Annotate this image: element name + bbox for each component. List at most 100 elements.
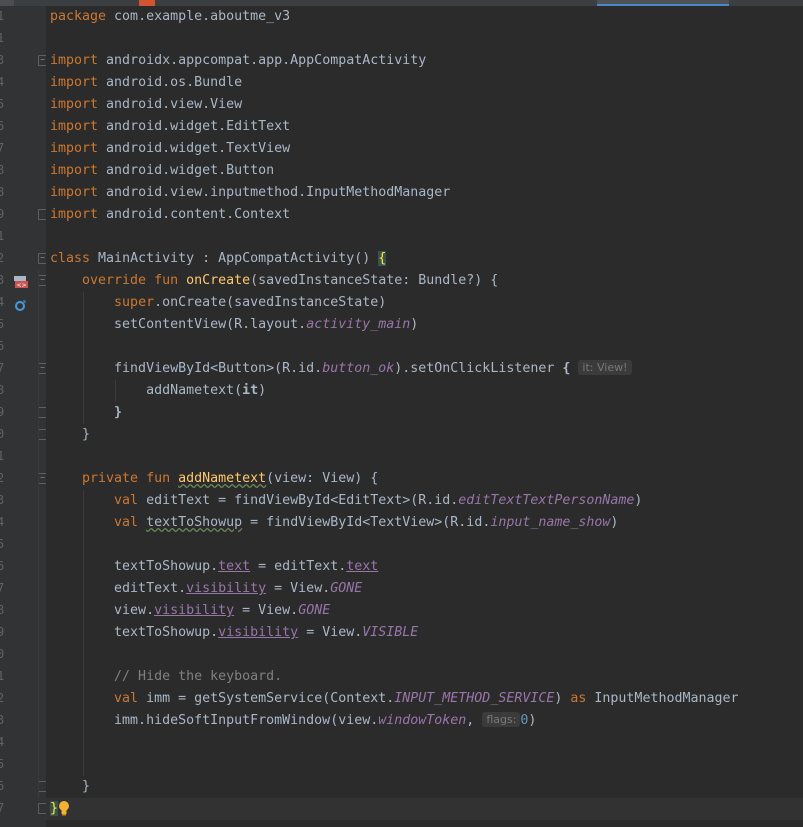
- gutter-row[interactable]: 7: [0, 798, 47, 820]
- code-line[interactable]: [46, 754, 803, 776]
- gutter-row[interactable]: 5: [0, 94, 46, 116]
- code-line[interactable]: imm.hideSoftInputFromWindow(view.windowT…: [46, 710, 803, 732]
- code-line[interactable]: import android.view.inputmethod.InputMet…: [46, 182, 803, 204]
- code-keyword: import: [50, 97, 107, 112]
- code-token: }: [50, 427, 91, 442]
- indent-guide: [83, 292, 84, 424]
- code-line[interactable]: setContentView(R.layout.activity_main): [46, 314, 803, 336]
- code-text: private fun addNametext(view: View) {: [50, 470, 378, 487]
- gutter-row[interactable]: 9: [0, 622, 46, 644]
- line-number: 5: [0, 757, 5, 771]
- gutter-row[interactable]: 1: [0, 446, 46, 468]
- gutter-row[interactable]: 8: [0, 182, 46, 204]
- code-line[interactable]: val editText = findViewById<EditText>(R.…: [46, 490, 803, 512]
- code-token: android.view.View: [106, 97, 243, 112]
- code-line[interactable]: }: [46, 776, 803, 798]
- code-line[interactable]: addNametext(it): [46, 380, 803, 402]
- code-line[interactable]: import android.widget.Button: [46, 160, 803, 182]
- code-line[interactable]: val imm = getSystemService(Context.INPUT…: [46, 688, 803, 710]
- code-line[interactable]: textToShowup.text = editText.text: [46, 556, 803, 578]
- code-line[interactable]: [46, 644, 803, 666]
- gutter-row[interactable]: 6: [0, 336, 46, 358]
- code-line[interactable]: [46, 534, 803, 556]
- gutter-row[interactable]: 5: [0, 534, 46, 556]
- line-number-gutter[interactable]: 1 1 3−4 5 6 7 8 8 9 1 2−3−4 5 6 7−8 9 0 1 2−3 4 5 6 7 8 9 0 1 2 3 4 5…: [0, 6, 47, 827]
- code-line[interactable]: import android.widget.EditText: [46, 116, 803, 138]
- override-method-icon[interactable]: [14, 297, 26, 316]
- gutter-row[interactable]: 2: [0, 688, 46, 710]
- code-token: activity_main: [306, 317, 411, 332]
- gutter-row[interactable]: 0: [0, 424, 47, 446]
- gutter-row[interactable]: 7: [0, 578, 46, 600]
- code-line[interactable]: [46, 336, 803, 358]
- code-line[interactable]: view.visibility = View.GONE: [46, 600, 803, 622]
- gutter-row[interactable]: 7: [0, 138, 46, 160]
- code-line[interactable]: super.onCreate(savedInstanceState): [46, 292, 803, 314]
- code-line[interactable]: [46, 732, 803, 754]
- code-line[interactable]: package com.example.aboutme_v3: [46, 6, 803, 28]
- gutter-row[interactable]: 5: [0, 754, 46, 776]
- gutter-row[interactable]: 9: [0, 204, 47, 226]
- gutter-row[interactable]: 3: [0, 490, 46, 512]
- line-number: 4: [0, 735, 5, 749]
- code-line[interactable]: }: [46, 424, 803, 446]
- code-line[interactable]: class MainActivity : AppCompatActivity()…: [46, 248, 803, 270]
- code-line[interactable]: }: [46, 402, 803, 424]
- gutter-row[interactable]: 1: [0, 6, 46, 28]
- code-keyword: import: [50, 141, 107, 156]
- gutter-row[interactable]: 6: [0, 116, 46, 138]
- indent-guide: [115, 380, 116, 402]
- line-number: 6: [0, 119, 5, 133]
- parameter-hint: flags:: [482, 712, 521, 727]
- gutter-row[interactable]: 5: [0, 314, 46, 336]
- gutter-row[interactable]: 6: [0, 556, 46, 578]
- code-line[interactable]: // Hide the keyboard.: [46, 666, 803, 688]
- line-number: 0: [0, 427, 5, 441]
- gutter-row[interactable]: 3: [0, 710, 46, 732]
- line-number: 2: [0, 251, 5, 265]
- gutter-row[interactable]: 0: [0, 644, 46, 666]
- code-line[interactable]: [46, 446, 803, 468]
- code-token: VISIBLE: [362, 625, 419, 640]
- gutter-row[interactable]: 3−: [0, 50, 47, 72]
- code-line[interactable]: import android.widget.TextView: [46, 138, 803, 160]
- line-number: 9: [0, 207, 5, 221]
- code-keyword: val: [114, 515, 147, 530]
- code-line[interactable]: findViewById<Button>(R.id.button_ok).set…: [46, 358, 803, 380]
- gutter-row[interactable]: 8: [0, 380, 46, 402]
- code-line[interactable]: editText.visibility = View.GONE: [46, 578, 803, 600]
- gutter-row[interactable]: 8: [0, 160, 46, 182]
- code-line[interactable]: [46, 28, 803, 50]
- code-line[interactable]: }: [46, 798, 803, 820]
- code-line[interactable]: import androidx.appcompat.app.AppCompatA…: [46, 50, 803, 72]
- code-token: visibility: [154, 603, 235, 618]
- line-number: 3: [0, 713, 5, 727]
- android-activity-icon[interactable]: <>: [13, 274, 29, 293]
- line-number: 1: [0, 229, 5, 243]
- gutter-row[interactable]: 1: [0, 226, 46, 248]
- gutter-row[interactable]: 8: [0, 600, 46, 622]
- code-editor[interactable]: package com.example.aboutme_v3import and…: [38, 6, 803, 827]
- code-line[interactable]: import android.os.Bundle: [46, 72, 803, 94]
- lightbulb-intention-icon[interactable]: [57, 800, 71, 820]
- code-line[interactable]: textToShowup.visibility = View.VISIBLE: [46, 622, 803, 644]
- gutter-row[interactable]: 6: [0, 776, 47, 798]
- gutter-row[interactable]: 4: [0, 732, 46, 754]
- gutter-row[interactable]: 4: [0, 512, 46, 534]
- gutter-row[interactable]: 2−: [0, 468, 47, 490]
- code-line[interactable]: override fun onCreate(savedInstanceState…: [46, 270, 803, 292]
- gutter-row[interactable]: 4: [0, 72, 46, 94]
- gutter-row[interactable]: 1: [0, 28, 46, 50]
- code-text: // Hide the keyboard.: [50, 668, 282, 685]
- gutter-row[interactable]: 1: [0, 666, 46, 688]
- gutter-row[interactable]: 9: [0, 402, 47, 424]
- code-line[interactable]: [46, 226, 803, 248]
- line-number: 0: [0, 647, 5, 661]
- code-line[interactable]: import android.content.Context: [46, 204, 803, 226]
- code-line[interactable]: import android.view.View: [46, 94, 803, 116]
- gutter-row[interactable]: 2−: [0, 248, 47, 270]
- gutter-row[interactable]: 7−: [0, 358, 47, 380]
- code-line[interactable]: val textToShowup = findViewById<TextView…: [46, 512, 803, 534]
- code-line[interactable]: private fun addNametext(view: View) {: [46, 468, 803, 490]
- code-text: }: [50, 778, 90, 795]
